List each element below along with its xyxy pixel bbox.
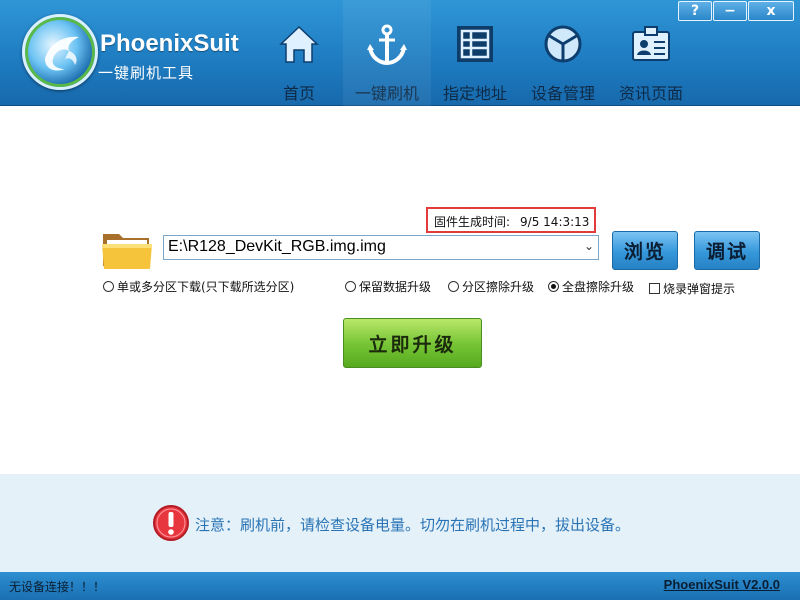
brand-subtitle: 一键刷机工具 [98, 64, 195, 82]
cube-icon [544, 25, 582, 63]
close-button[interactable]: x [748, 1, 794, 21]
firmware-path-value: E:\R128_DevKit_RGB.img.img [168, 238, 386, 255]
anchor-icon [367, 24, 407, 66]
option-label: 单或多分区下载(只下载所选分区) [117, 280, 295, 294]
flash-panel: 固件生成时间: 9/5 14:3:13 E:\R128_DevKit_RGB.im… [0, 106, 800, 474]
radio-circle-icon[interactable] [103, 281, 114, 292]
brand-name: PhoenixSuit [100, 30, 239, 57]
nav-item-home[interactable]: 首页 [255, 0, 343, 106]
main-nav: 首页 一键刷机 指定地址 设备管理 资讯页面 [255, 0, 695, 106]
nav-item-flash[interactable]: 一键刷机 [343, 0, 431, 106]
firmware-time-box: 固件生成时间: 9/5 14:3:13 [426, 207, 596, 233]
radio-keep-data[interactable]: 保留数据升级 [345, 278, 431, 295]
notice-text: 注意：刷机前，请检查设备电量。切勿在刷机过程中，拔出设备。 [195, 516, 631, 534]
nav-label: 资讯页面 [618, 84, 683, 103]
radio-full-erase[interactable]: 全盘擦除升级 [548, 278, 634, 295]
nav-label: 首页 [282, 84, 315, 103]
version-link[interactable]: PhoenixSuit V2.0.0 [664, 577, 780, 592]
option-label: 保留数据升级 [359, 280, 432, 294]
option-label: 分区擦除升级 [462, 280, 535, 294]
option-label: 烧录弹窗提示 [663, 282, 736, 296]
checkbox-icon[interactable] [649, 283, 660, 294]
debug-button[interactable]: 调试 [694, 231, 760, 270]
device-status: 无设备连接！！！ [9, 580, 106, 594]
firmware-path-select[interactable]: E:\R128_DevKit_RGB.img.img ⌄ [163, 235, 599, 260]
id-card-icon [632, 26, 670, 61]
radio-circle-icon[interactable] [345, 281, 356, 292]
grid-icon [457, 26, 493, 62]
status-bar: 无设备连接！！！ PhoenixSuit V2.0.0 [0, 572, 800, 600]
nav-label: 指定地址 [442, 84, 507, 103]
browse-button[interactable]: 浏览 [612, 231, 678, 270]
nav-item-device[interactable]: 设备管理 [519, 0, 607, 106]
checkbox-burn-popup[interactable]: 烧录弹窗提示 [649, 280, 735, 297]
chevron-down-icon[interactable]: ⌄ [584, 239, 594, 253]
minimize-button[interactable]: − [713, 1, 747, 21]
phoenix-logo-icon [22, 14, 98, 90]
nav-item-address[interactable]: 指定地址 [431, 0, 519, 106]
firmware-time-value: 9/5 14:3:13 [520, 215, 590, 229]
title-bar: PhoenixSuit 一键刷机工具 首页 一键刷机 指定地址 设备管理 资讯页… [0, 0, 800, 106]
warning-icon [153, 505, 189, 541]
folder-icon[interactable] [101, 228, 153, 270]
help-button[interactable]: ? [678, 1, 712, 21]
radio-partition-erase[interactable]: 分区擦除升级 [448, 278, 534, 295]
window-controls: ? − x [678, 1, 794, 21]
nav-label: 一键刷机 [354, 84, 419, 103]
radio-single-multi[interactable]: 单或多分区下载(只下载所选分区) [103, 278, 294, 295]
radio-circle-icon[interactable] [448, 281, 459, 292]
option-label: 全盘擦除升级 [562, 280, 635, 294]
firmware-time-label: 固件生成时间: [434, 215, 511, 229]
nav-label: 设备管理 [530, 84, 595, 103]
upgrade-now-button[interactable]: 立即升级 [343, 318, 482, 368]
notice-panel: 注意：刷机前，请检查设备电量。切勿在刷机过程中，拔出设备。 [0, 474, 800, 572]
home-icon [279, 25, 319, 63]
radio-selected-icon[interactable] [548, 281, 559, 292]
